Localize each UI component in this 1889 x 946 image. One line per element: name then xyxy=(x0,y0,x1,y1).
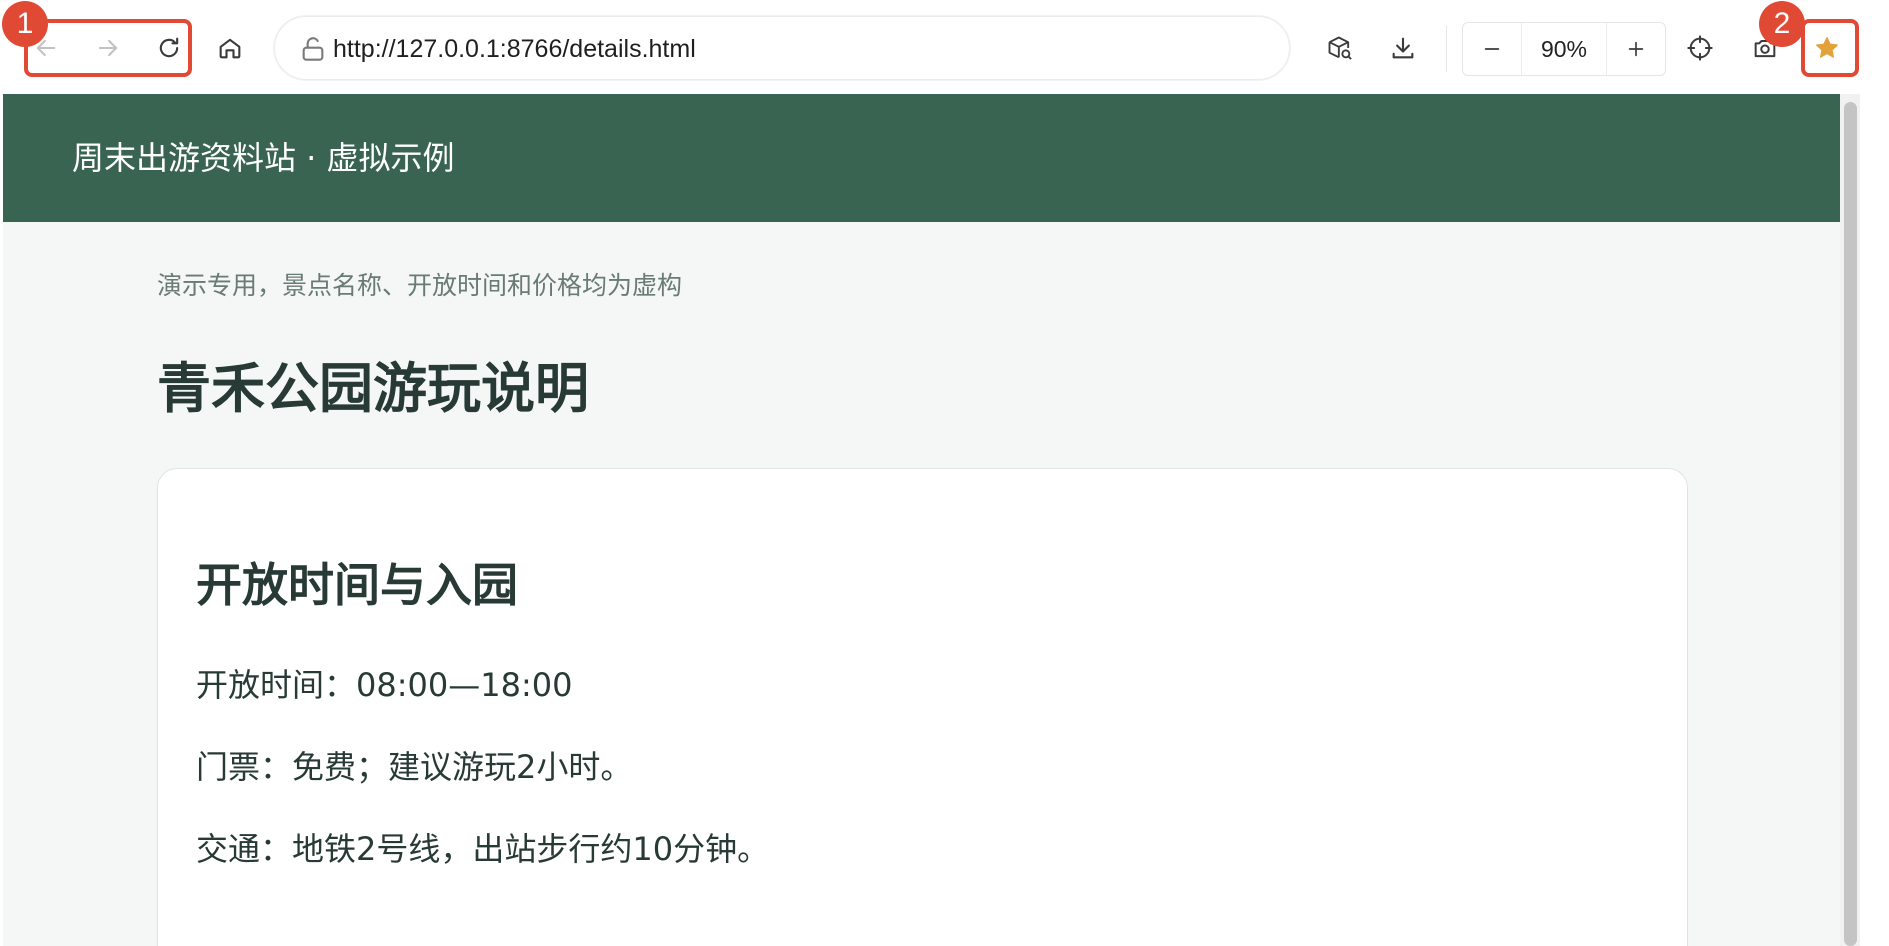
site-header: 周末出游资料站 · 虚拟示例 xyxy=(3,94,1840,222)
info-card: 开放时间与入园 开放时间：08:00—18:00 门票：免费；建议游玩2小时。 … xyxy=(157,468,1688,946)
window-edge xyxy=(1860,94,1889,946)
transport-text: 交通：地铁2号线，出站步行约10分钟。 xyxy=(196,830,770,868)
crosshair-icon xyxy=(1687,35,1713,61)
browser-toolbar: 1 http://127.0.0.1:8766/details.html 90%… xyxy=(0,0,1889,94)
annotation-box-2 xyxy=(1801,19,1859,77)
download-icon xyxy=(1392,37,1414,59)
card-title: 开放时间与入园 xyxy=(196,558,518,612)
home-button[interactable] xyxy=(210,28,250,68)
demo-notice: 演示专用，景点名称、开放时间和价格均为虚构 xyxy=(157,271,683,300)
scrollbar-thumb[interactable] xyxy=(1844,102,1857,946)
zoom-level[interactable]: 90% xyxy=(1521,23,1607,75)
home-icon xyxy=(219,38,241,59)
annotation-box-1 xyxy=(24,19,192,77)
web-page: 周末出游资料站 · 虚拟示例 演示专用，景点名称、开放时间和价格均为虚构 青禾公… xyxy=(3,94,1840,946)
site-title: 周末出游资料站 · 虚拟示例 xyxy=(72,139,455,177)
minus-icon xyxy=(1484,48,1500,50)
opening-hours-text: 开放时间：08:00—18:00 xyxy=(196,666,573,704)
ticket-text: 门票：免费；建议游玩2小时。 xyxy=(196,748,633,786)
extensions-button[interactable] xyxy=(1320,28,1360,68)
zoom-in-button[interactable] xyxy=(1607,23,1665,75)
address-bar[interactable]: http://127.0.0.1:8766/details.html xyxy=(274,16,1290,80)
package-search-icon xyxy=(1328,36,1352,60)
vertical-scrollbar[interactable] xyxy=(1840,94,1860,946)
zoom-control: 90% xyxy=(1462,22,1666,76)
toolbar-separator xyxy=(1446,26,1447,72)
zoom-out-button[interactable] xyxy=(1463,23,1521,75)
plus-icon xyxy=(1628,41,1644,57)
url-text[interactable]: http://127.0.0.1:8766/details.html xyxy=(333,17,696,81)
lock-icon xyxy=(302,37,324,61)
annotation-badge-1: 1 xyxy=(2,1,48,47)
crosshair-button[interactable] xyxy=(1680,28,1720,68)
annotation-badge-2: 2 xyxy=(1759,1,1805,47)
page-title: 青禾公园游玩说明 xyxy=(157,357,589,420)
download-button[interactable] xyxy=(1383,28,1423,68)
